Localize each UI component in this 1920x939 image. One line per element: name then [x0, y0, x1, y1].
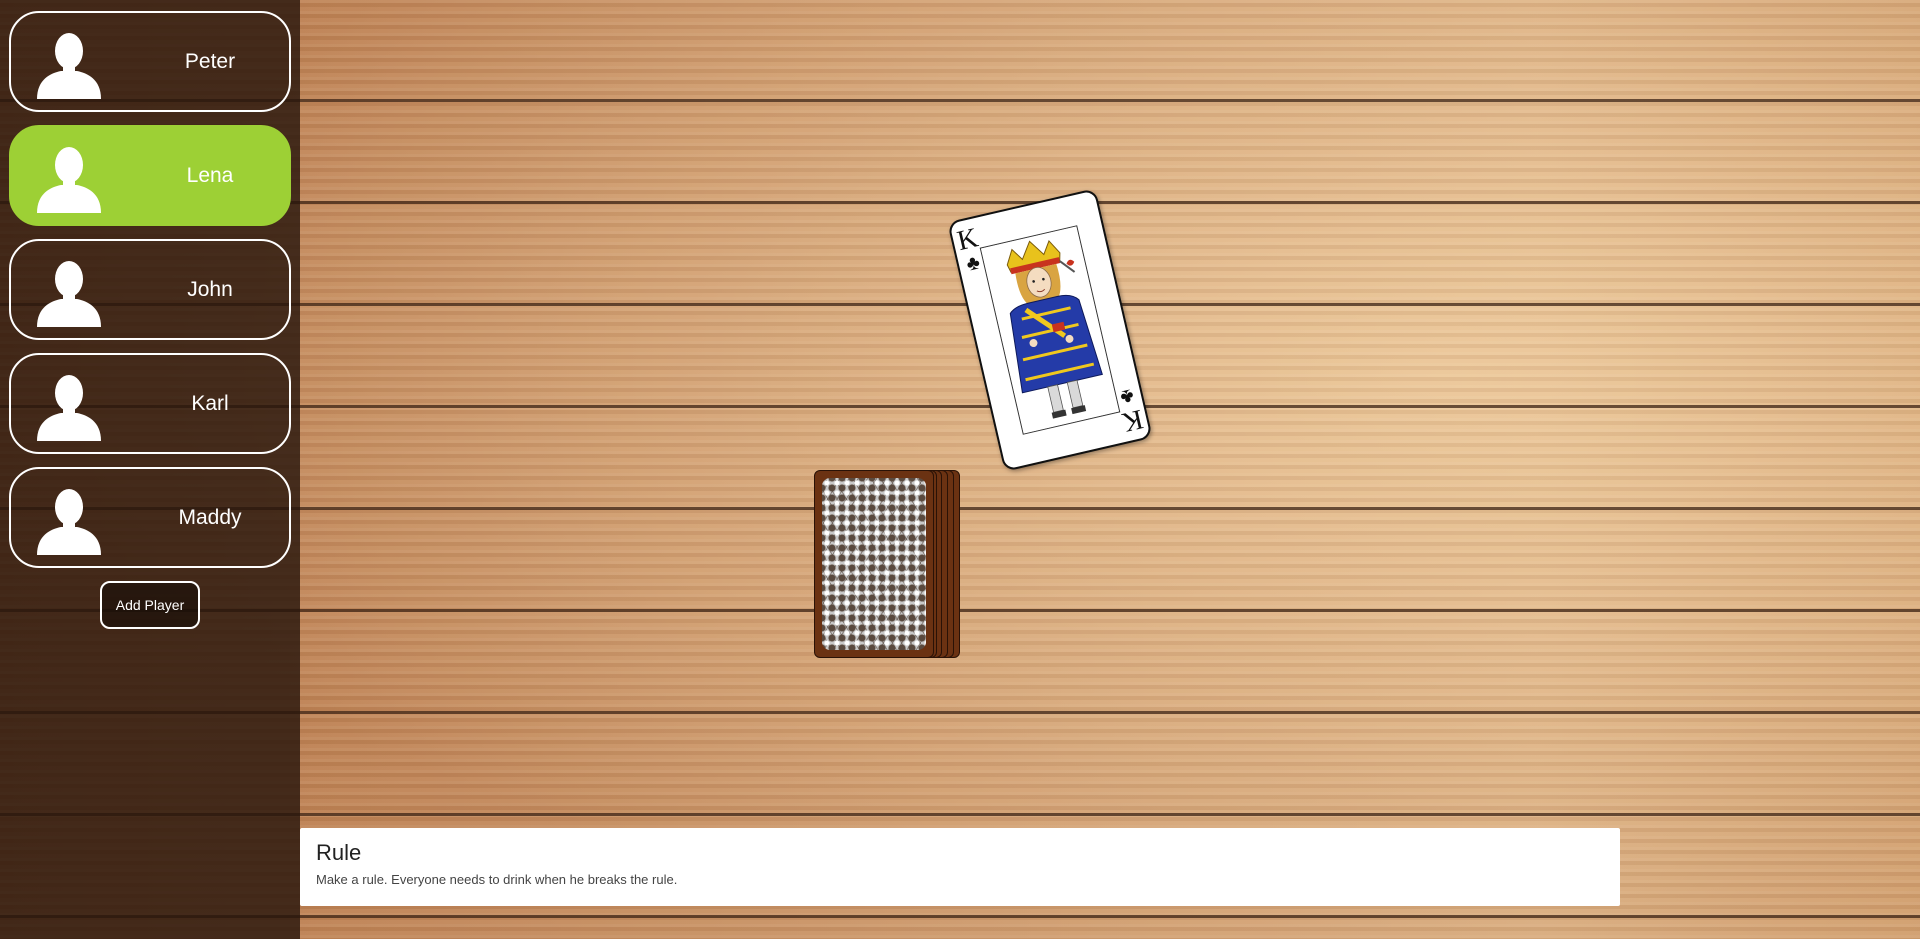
rule-title: Rule — [316, 840, 362, 865]
card-corner-bottom: K ♣ — [1115, 384, 1146, 438]
user-silhouette-icon — [37, 489, 101, 555]
rule-panel: Rule Make a rule. Everyone needs to drin… — [300, 828, 1620, 906]
user-silhouette-icon — [37, 33, 101, 99]
player-card-john[interactable]: John — [9, 239, 291, 340]
add-player-button[interactable]: Add Player — [100, 581, 200, 629]
player-sidebar: Peter Lena John Karl Maddy Add Player — [0, 0, 300, 939]
clubs-suit-icon: ♣ — [1117, 384, 1136, 409]
card-back-pattern — [822, 478, 926, 650]
player-name: Karl — [191, 391, 229, 415]
user-silhouette-icon — [37, 375, 101, 441]
game-table: Peter Lena John Karl Maddy Add Player K … — [0, 0, 1920, 939]
player-name: Lena — [186, 163, 234, 187]
player-card-maddy[interactable]: Maddy — [9, 467, 291, 568]
king-figure-icon — [980, 226, 1120, 434]
user-silhouette-icon — [37, 147, 101, 213]
player-card-peter[interactable]: Peter — [9, 11, 291, 112]
player-name: Maddy — [178, 505, 242, 529]
user-silhouette-icon — [37, 261, 101, 327]
card-deck[interactable] — [814, 470, 960, 658]
player-card-lena[interactable]: Lena — [9, 125, 291, 226]
player-card-karl[interactable]: Karl — [9, 353, 291, 454]
rule-description: Make a rule. Everyone needs to drink whe… — [316, 872, 678, 887]
card-rank: K — [1118, 402, 1146, 438]
card-back-icon — [814, 470, 934, 658]
current-card[interactable]: K ♣ K ♣ — [947, 188, 1153, 472]
king-portrait — [979, 225, 1121, 435]
player-name: Peter — [184, 49, 236, 73]
player-name: John — [187, 277, 233, 301]
